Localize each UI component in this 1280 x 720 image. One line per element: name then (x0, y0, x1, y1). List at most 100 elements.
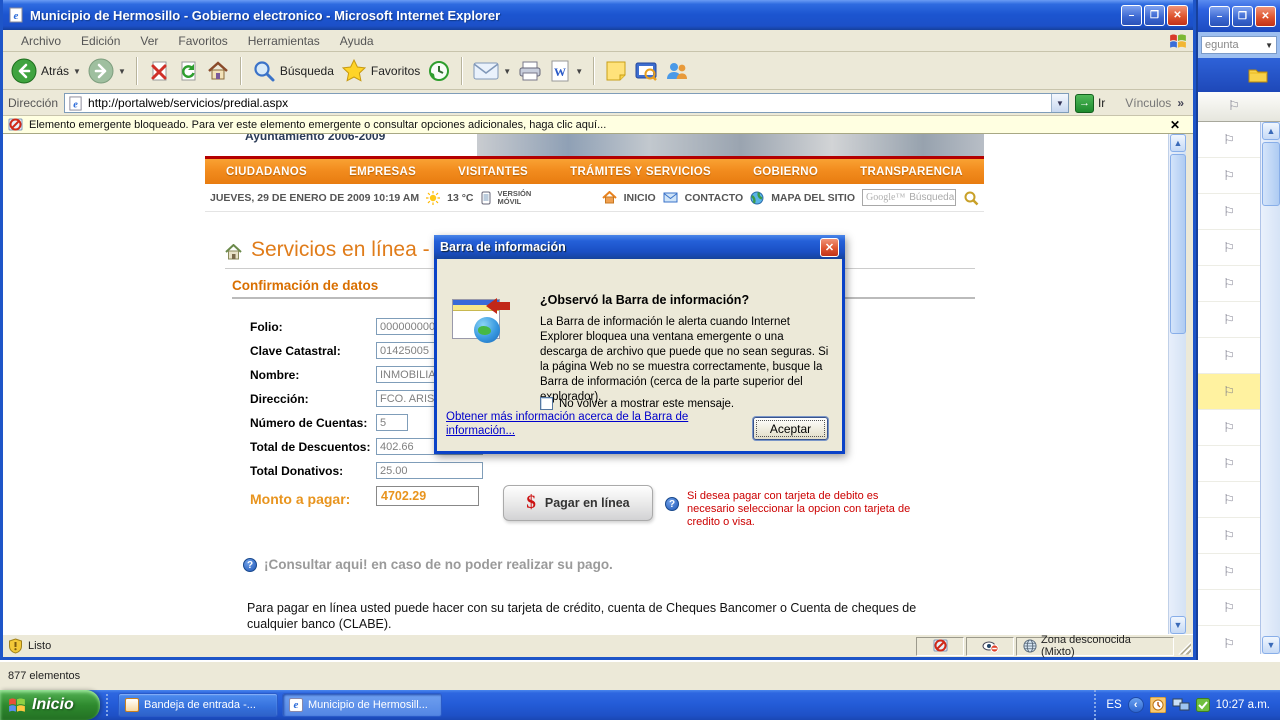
message-flag-row[interactable]: ⚐ (1198, 410, 1260, 446)
accept-button[interactable]: Aceptar (753, 417, 828, 440)
scroll-down-icon[interactable]: ▼ (1170, 616, 1186, 634)
back-button[interactable]: Atrás ▼ (11, 58, 81, 84)
menu-archivo[interactable]: Archivo (11, 34, 71, 48)
background-scrollbar[interactable]: ▲ ▼ (1260, 122, 1280, 654)
forward-dropdown-icon[interactable]: ▼ (118, 67, 126, 76)
security-check-icon[interactable] (1196, 698, 1210, 712)
dialog-close-button[interactable]: ✕ (820, 238, 839, 257)
mail-dropdown-icon[interactable]: ▼ (503, 67, 511, 76)
hide-icons-chevron[interactable]: ‹ (1128, 697, 1144, 713)
menu-edicion[interactable]: Edición (71, 34, 130, 48)
bg-close-button[interactable]: ✕ (1255, 6, 1276, 27)
address-input[interactable]: e http://portalweb/servicios/predial.asp… (64, 93, 1069, 113)
inicio-link[interactable]: INICIO (624, 192, 656, 204)
ie-scrollbar[interactable]: ▲ ▼ (1168, 134, 1186, 634)
scrollbar-thumb[interactable] (1262, 142, 1280, 206)
bg-minimize-button[interactable]: – (1209, 6, 1230, 27)
links-label[interactable]: Vínculos (1125, 96, 1171, 110)
notes-button[interactable] (605, 60, 627, 82)
address-dropdown-icon[interactable]: ▼ (1051, 94, 1068, 112)
forward-button[interactable]: ▼ (88, 58, 126, 84)
message-list-header[interactable]: ⚐ (1198, 92, 1280, 122)
menu-ayuda[interactable]: Ayuda (330, 34, 384, 48)
history-button[interactable] (427, 59, 451, 83)
reminder-clock-icon[interactable] (1150, 697, 1166, 713)
close-button[interactable]: ✕ (1167, 5, 1188, 26)
amount-input[interactable] (376, 486, 479, 506)
dont-show-again-checkbox[interactable] (540, 397, 553, 410)
clock-time[interactable]: 10:27 a.m. (1216, 699, 1270, 711)
more-info-link[interactable]: Obtener más información acerca de la Bar… (446, 410, 746, 438)
message-flag-row[interactable]: ⚐ (1198, 626, 1260, 654)
dialog-titlebar[interactable]: Barra de información ✕ (434, 235, 845, 259)
menu-favoritos[interactable]: Favoritos (168, 34, 237, 48)
magnifier-gold-icon[interactable] (963, 190, 979, 206)
edit-dropdown-icon[interactable]: ▼ (575, 67, 583, 76)
message-flag-row[interactable]: ⚐ (1198, 158, 1260, 194)
mobile-version-link[interactable]: VERSIÓN MÓVIL (498, 190, 532, 206)
nav-item-visitantes[interactable]: VISITANTES (458, 166, 528, 178)
menu-ver[interactable]: Ver (130, 34, 168, 48)
favorites-button[interactable]: Favoritos (341, 58, 420, 84)
message-flag-row[interactable]: ⚐ (1198, 374, 1260, 410)
ask-question-box[interactable]: egunta ▼ (1201, 36, 1277, 54)
numero-de-cuentas-input[interactable] (376, 414, 408, 431)
contacto-link[interactable]: CONTACTO (685, 192, 744, 204)
scrollbar-thumb[interactable] (1170, 154, 1186, 334)
popup-blocked-status[interactable] (916, 637, 964, 656)
message-flag-row[interactable]: ⚐ (1198, 122, 1260, 158)
print-button[interactable] (518, 60, 542, 82)
message-flag-row[interactable]: ⚐ (1198, 482, 1260, 518)
menu-herramientas[interactable]: Herramientas (238, 34, 330, 48)
message-flag-row[interactable]: ⚐ (1198, 194, 1260, 230)
go-button[interactable]: → Ir (1075, 94, 1105, 113)
edit-button[interactable]: W ▼ (549, 60, 583, 82)
nav-item-empresas[interactable]: EMPRESAS (349, 166, 416, 178)
address-bar: Dirección e http://portalweb/servicios/p… (3, 91, 1193, 116)
google-search-input[interactable]: Google™ Búsqueda (862, 189, 956, 206)
message-flag-row[interactable]: ⚐ (1198, 590, 1260, 626)
research-button[interactable] (634, 60, 658, 82)
start-button[interactable]: Inicio (0, 690, 100, 720)
nav-item-ciudadanos[interactable]: CIUDADANOS (226, 166, 307, 178)
bg-restore-button[interactable]: ❐ (1232, 6, 1253, 27)
maximize-button[interactable]: ❐ (1144, 5, 1165, 26)
mail-button[interactable]: ▼ (473, 61, 511, 81)
chevron-down-icon[interactable]: ▼ (1265, 41, 1273, 50)
mapa-del-sitio-link[interactable]: MAPA DEL SITIO (771, 192, 855, 204)
stop-button[interactable] (148, 60, 170, 82)
message-flag-row[interactable]: ⚐ (1198, 230, 1260, 266)
messenger-button[interactable] (665, 60, 689, 82)
infobar-close-icon[interactable]: ✕ (1170, 118, 1180, 132)
pay-online-button[interactable]: $ Pagar en línea (503, 485, 653, 521)
refresh-button[interactable] (177, 60, 199, 82)
message-flag-row[interactable]: ⚐ (1198, 446, 1260, 482)
scroll-up-icon[interactable]: ▲ (1262, 122, 1280, 140)
total-donativos-input[interactable] (376, 462, 483, 479)
taskbar-task-bandeja-de-entrada[interactable]: Bandeja de entrada -... (118, 693, 278, 717)
popup-blocked-infobar[interactable]: Elemento emergente bloqueado. Para ver e… (3, 116, 1193, 134)
taskbar-task-municipio-de-hermosill[interactable]: Municipio de Hermosill... (282, 693, 442, 717)
scroll-up-icon[interactable]: ▲ (1170, 134, 1186, 152)
language-indicator[interactable]: ES (1106, 699, 1121, 711)
home-button[interactable] (206, 59, 230, 83)
resize-grip[interactable] (1178, 642, 1191, 655)
scroll-down-icon[interactable]: ▼ (1262, 636, 1280, 654)
minimize-button[interactable]: – (1121, 5, 1142, 26)
search-button[interactable]: Búsqueda (252, 59, 334, 83)
message-flag-row[interactable]: ⚐ (1198, 302, 1260, 338)
privacy-report-status[interactable] (966, 637, 1014, 656)
message-flag-row[interactable]: ⚐ (1198, 518, 1260, 554)
nav-item-tramites-y-servicios[interactable]: TRÁMITES Y SERVICIOS (570, 166, 711, 178)
message-flag-row[interactable]: ⚐ (1198, 554, 1260, 590)
message-flag-row[interactable]: ⚐ (1198, 266, 1260, 302)
message-flag-row[interactable]: ⚐ (1198, 338, 1260, 374)
nav-item-transparencia[interactable]: TRANSPARENCIA (860, 166, 963, 178)
links-chevron-icon[interactable]: » (1177, 96, 1184, 110)
ie-titlebar[interactable]: e Municipio de Hermosillo - Gobierno ele… (3, 0, 1193, 30)
back-icon (11, 58, 37, 84)
back-dropdown-icon[interactable]: ▼ (73, 67, 81, 76)
consult-link[interactable]: ¡Consultar aqui! en caso de no poder rea… (264, 557, 613, 572)
nav-item-gobierno[interactable]: GOBIERNO (753, 166, 818, 178)
network-icon[interactable] (1172, 698, 1190, 712)
